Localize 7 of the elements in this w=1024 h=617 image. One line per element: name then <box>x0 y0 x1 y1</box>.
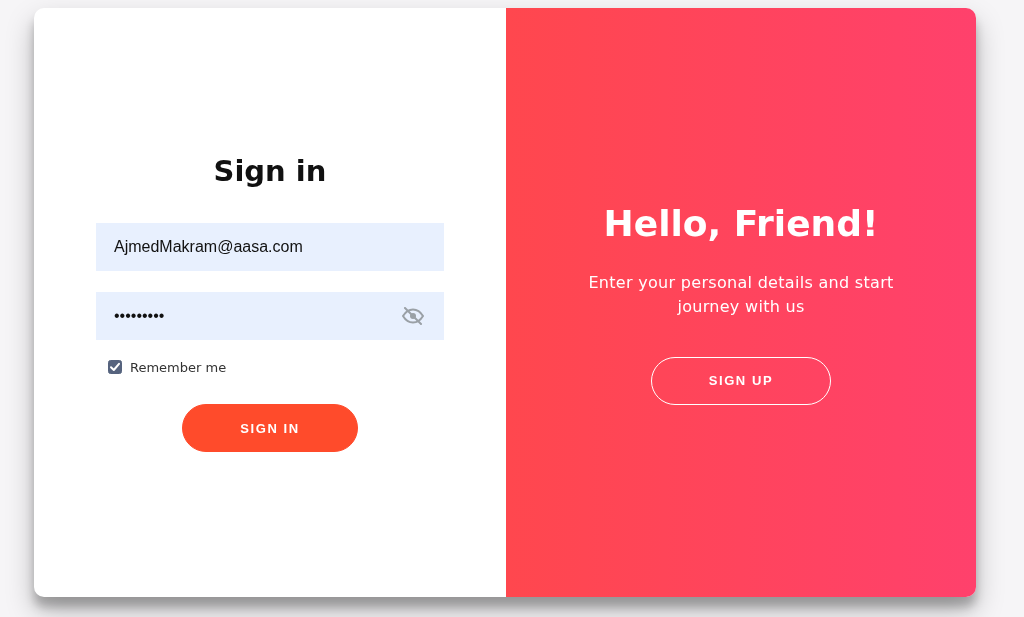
email-field[interactable]: AjmedMakram@aasa.com <box>96 223 444 271</box>
remember-me-label: Remember me <box>130 359 227 375</box>
sign-in-heading: Sign in <box>213 153 327 189</box>
password-field[interactable]: ••••••••• <box>96 292 444 340</box>
remember-checkbox[interactable] <box>108 360 122 374</box>
welcome-heading: Hello, Friend! <box>603 201 879 246</box>
welcome-text: Enter your personal details and start journey with us <box>587 271 895 318</box>
